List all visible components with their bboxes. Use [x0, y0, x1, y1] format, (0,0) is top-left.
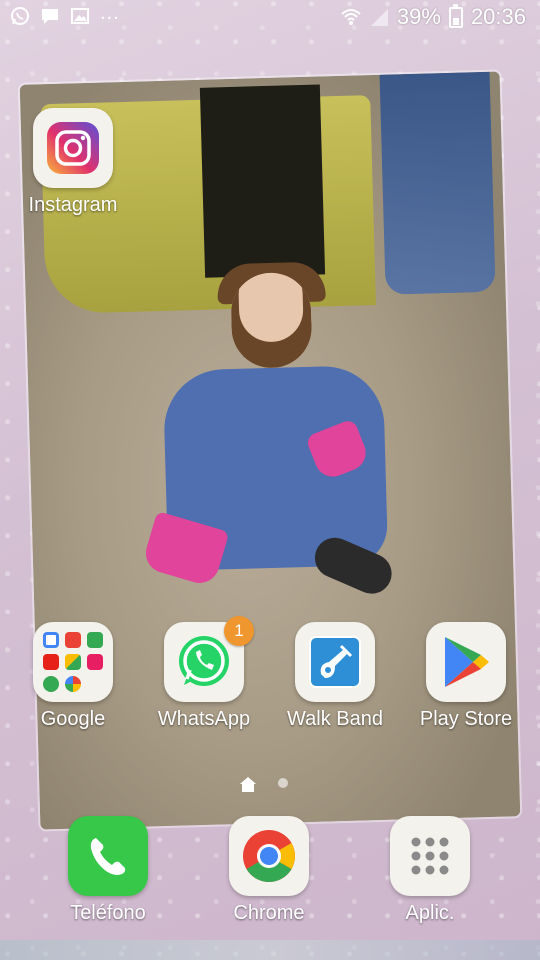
app-whatsapp[interactable]: 1 WhatsApp	[139, 616, 269, 731]
signal-icon	[370, 9, 388, 26]
app-instagram[interactable]: Instagram	[8, 108, 138, 217]
wallpaper-child-head	[230, 271, 313, 370]
message-icon	[42, 9, 58, 24]
walk-band-icon	[295, 622, 375, 702]
wallpaper-edge	[0, 940, 540, 960]
wallpaper-background-figure	[379, 71, 496, 295]
status-bar[interactable]: ... 39% 20:36	[0, 0, 540, 38]
whatsapp-icon	[11, 7, 29, 25]
page-dot[interactable]	[278, 778, 288, 788]
app-label: WhatsApp	[157, 708, 251, 730]
app-walk-band[interactable]: Walk Band	[270, 622, 400, 731]
app-label: Chrome	[233, 902, 305, 924]
app-play-store[interactable]: Play Store	[401, 622, 531, 731]
play-store-icon	[426, 622, 506, 702]
wallpaper-slide-opening	[199, 84, 326, 278]
battery-icon	[448, 3, 463, 28]
page-indicator[interactable]	[240, 776, 288, 792]
clock: 20:36	[470, 4, 526, 29]
notification-area[interactable]: ...	[10, 2, 120, 26]
system-status: 39% 20:36	[341, 3, 526, 30]
notification-badge: 1	[224, 616, 254, 646]
dock-apps[interactable]: Aplic.	[365, 816, 495, 925]
app-drawer-icon	[390, 816, 470, 896]
phone-icon	[68, 816, 148, 896]
whatsapp-app-icon: 1	[164, 616, 254, 702]
dock-phone[interactable]: Teléfono	[43, 816, 173, 925]
gallery-icon	[71, 8, 89, 24]
instagram-icon	[33, 108, 113, 188]
app-label: Aplic.	[405, 902, 455, 924]
app-label: Instagram	[28, 194, 118, 216]
app-label: Play Store	[419, 708, 513, 730]
home-page-icon[interactable]	[240, 776, 256, 792]
dock-chrome[interactable]: Chrome	[204, 816, 334, 925]
wifi-icon	[341, 9, 361, 25]
app-label: Walk Band	[287, 708, 383, 730]
battery-percentage: 39%	[396, 4, 441, 29]
chrome-icon	[229, 816, 309, 896]
folder-google[interactable]: Google	[8, 622, 138, 731]
app-label: Teléfono	[70, 902, 146, 924]
app-label: Google	[40, 708, 106, 730]
google-folder-icon	[33, 622, 113, 702]
more-notifications: ...	[100, 2, 120, 24]
